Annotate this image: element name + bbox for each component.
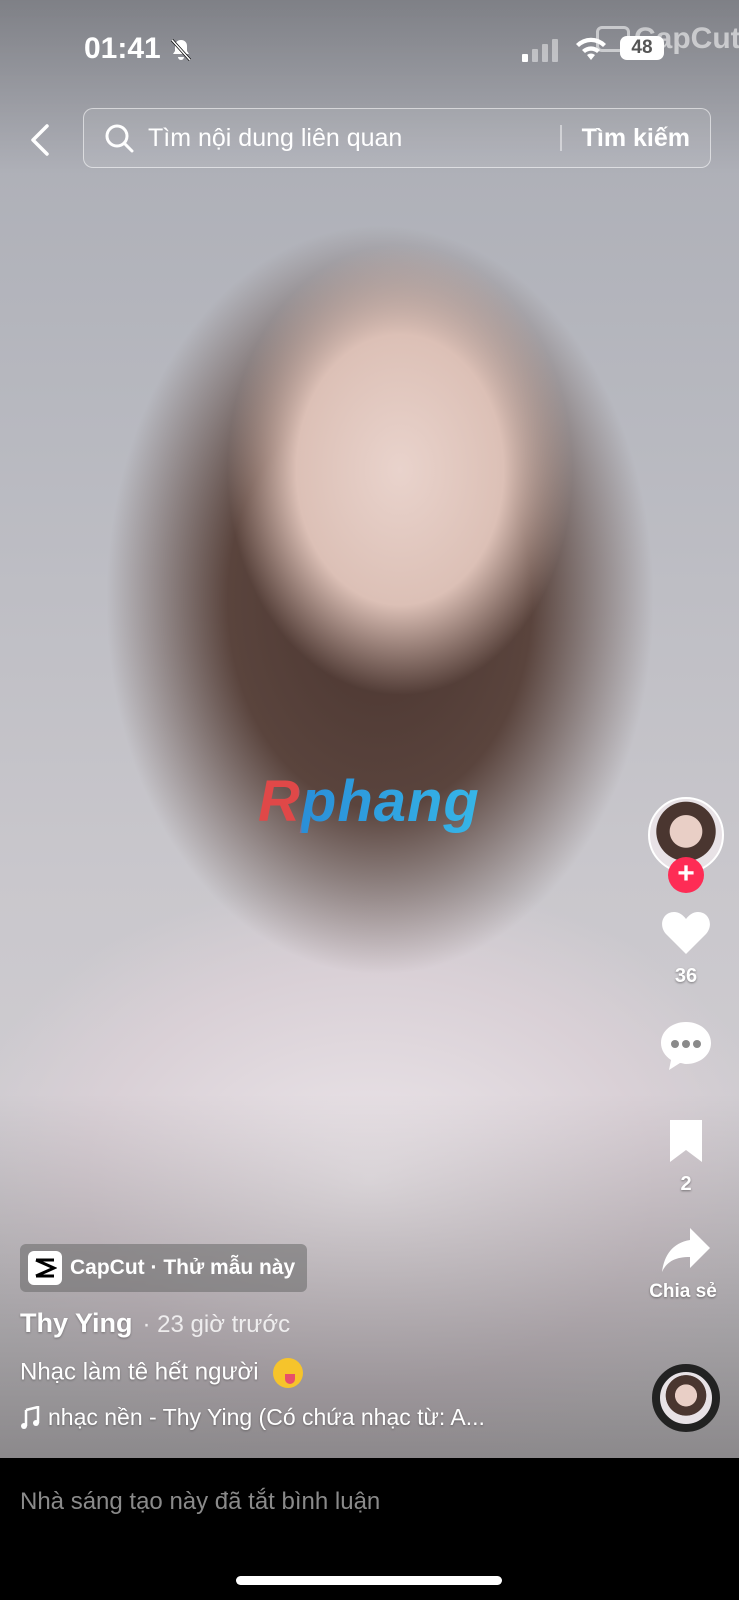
cellular-signal-icon	[522, 38, 558, 62]
capcut-template-chip[interactable]: CapCut · Thử mẫu này	[20, 1244, 308, 1292]
comment-icon	[661, 1022, 711, 1070]
wifi-icon	[576, 37, 606, 60]
share-button[interactable]: Chia sẻ	[648, 1226, 724, 1303]
comments-disabled-notice: Nhà sáng tạo này đã tắt bình luận	[20, 1488, 381, 1515]
video-overlay	[0, 0, 739, 1458]
music-disc[interactable]	[652, 1364, 720, 1432]
search-bar[interactable]: Tìm nội dung liên quan Tìm kiếm	[83, 108, 711, 168]
template-chip-label: CapCut · Thử mẫu này	[70, 1256, 296, 1279]
status-time: 01:41	[84, 32, 161, 65]
save-count: 2	[680, 1173, 692, 1195]
wink-emoji-icon	[273, 1358, 304, 1388]
battery-indicator: 48	[620, 36, 664, 60]
follow-button[interactable]: +	[668, 857, 704, 893]
share-arrow-icon	[662, 1228, 710, 1272]
back-button[interactable]	[20, 118, 60, 162]
capcut-watermark: CapCut	[596, 22, 739, 56]
home-indicator[interactable]	[236, 1576, 502, 1585]
like-count: 36	[674, 965, 698, 987]
author-row: Thy Ying · 23 giờ trước	[20, 1308, 290, 1339]
music-note-icon	[21, 1405, 40, 1429]
post-caption: Nhạc làm tê hết người	[20, 1358, 304, 1388]
watermark-overlay: Rphang	[258, 769, 480, 834]
music-info[interactable]: nhạc nền - Thy Ying (Có chứa nhạc từ: A.…	[20, 1404, 485, 1431]
share-label: Chia sẻ	[649, 1281, 717, 1302]
capcut-logo-icon	[28, 1251, 62, 1285]
bell-off-icon	[170, 38, 192, 62]
comment-bar: Nhà sáng tạo này đã tắt bình luận	[0, 1458, 739, 1600]
caption-text: Nhạc làm tê hết người	[20, 1358, 259, 1386]
comment-button[interactable]	[648, 1020, 724, 1077]
bookmark-icon	[670, 1120, 702, 1162]
music-title: nhạc nền - Thy Ying (Có chứa nhạc từ: A.…	[48, 1404, 485, 1430]
video-player[interactable]: Rphang CapCut	[0, 0, 739, 1458]
search-input[interactable]: Tìm nội dung liên quan	[148, 124, 560, 153]
save-button[interactable]: 2	[648, 1118, 724, 1196]
search-submit-button[interactable]: Tìm kiếm	[562, 124, 710, 153]
author-name[interactable]: Thy Ying	[20, 1308, 133, 1339]
heart-icon	[662, 912, 710, 954]
chevron-left-icon	[31, 124, 49, 156]
like-button[interactable]: 36	[648, 910, 724, 988]
post-time: · 23 giờ trước	[142, 1311, 291, 1338]
search-icon	[105, 124, 134, 153]
